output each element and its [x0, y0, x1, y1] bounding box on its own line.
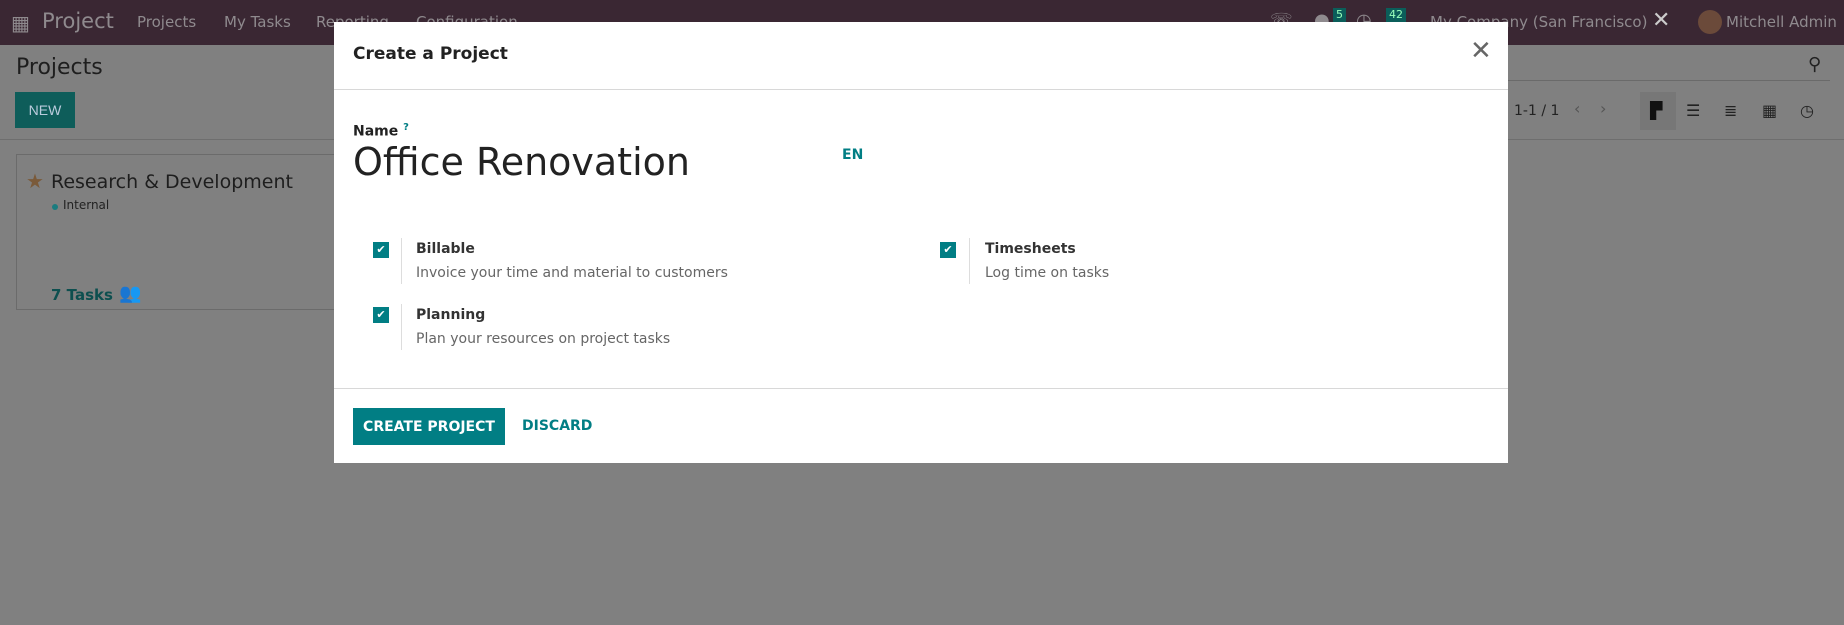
billable-checkbox[interactable]: ✔ — [373, 242, 389, 258]
billable-desc: Invoice your time and material to custom… — [416, 265, 728, 281]
divider — [401, 238, 402, 284]
followers-icon[interactable]: 👥 — [119, 283, 141, 304]
divider — [401, 304, 402, 350]
avatar[interactable] — [1698, 10, 1722, 34]
timesheets-label: Timesheets — [985, 241, 1076, 257]
name-input[interactable] — [353, 140, 833, 184]
project-card[interactable]: ★ Research & Development Internal 7 Task… — [16, 154, 376, 310]
menu-my-tasks[interactable]: My Tasks — [224, 13, 291, 31]
timesheets-checkbox[interactable]: ✔ — [940, 242, 956, 258]
search-icon[interactable]: ⚲ — [1808, 54, 1821, 75]
user-name[interactable]: Mitchell Admin — [1726, 13, 1837, 31]
pager-value[interactable]: 1-1 / 1 — [1514, 103, 1559, 119]
discard-button[interactable]: DISCARD — [522, 418, 592, 434]
pager-next-icon[interactable]: › — [1600, 99, 1606, 118]
activity-view-icon[interactable]: ≣ — [1724, 101, 1737, 120]
planning-label: Planning — [416, 307, 486, 323]
app-name[interactable]: Project — [42, 9, 114, 33]
close-icon[interactable]: ✕ — [1470, 36, 1492, 66]
tools-icon[interactable]: ✕ — [1652, 8, 1670, 33]
timesheets-desc: Log time on tasks — [985, 265, 1110, 281]
tasks-link[interactable]: 7 Tasks — [51, 286, 113, 304]
project-title: Research & Development — [51, 171, 293, 193]
create-project-dialog: Create a Project ✕ Name ? EN ✔ Billable … — [334, 22, 1508, 463]
favorite-star-icon[interactable]: ★ — [26, 169, 44, 193]
planning-checkbox[interactable]: ✔ — [373, 307, 389, 323]
kanban-view-button[interactable]: ▛ — [1640, 92, 1676, 130]
page-title: Projects — [16, 55, 103, 80]
language-button[interactable]: EN — [842, 147, 863, 163]
new-button[interactable]: NEW — [15, 92, 75, 128]
activity-badge: 42 — [1386, 8, 1406, 22]
search-bar[interactable] — [1500, 80, 1830, 81]
pager-prev-icon[interactable]: ‹ — [1574, 99, 1580, 118]
kanban-icon: ▛ — [1650, 101, 1663, 120]
calendar-view-icon[interactable]: ▦ — [1762, 101, 1777, 120]
header-divider — [334, 89, 1508, 90]
planning-desc: Plan your resources on project tasks — [416, 331, 671, 347]
divider — [969, 238, 970, 284]
apps-menu-icon[interactable]: ▦ — [11, 11, 30, 35]
name-label: Name ? — [353, 122, 409, 140]
help-tooltip-icon[interactable]: ? — [403, 122, 409, 133]
tag-dot-icon — [52, 204, 58, 210]
menu-projects[interactable]: Projects — [137, 13, 196, 31]
project-tag: Internal — [63, 198, 110, 212]
timeline-view-icon[interactable]: ◷ — [1800, 101, 1814, 120]
create-project-button[interactable]: CREATE PROJECT — [353, 408, 505, 445]
footer-divider — [334, 388, 1508, 389]
billable-label: Billable — [416, 241, 475, 257]
dialog-title: Create a Project — [353, 44, 508, 64]
name-label-text: Name — [353, 123, 399, 140]
chat-badge: 5 — [1333, 8, 1346, 22]
list-view-icon[interactable]: ☰ — [1686, 101, 1700, 120]
